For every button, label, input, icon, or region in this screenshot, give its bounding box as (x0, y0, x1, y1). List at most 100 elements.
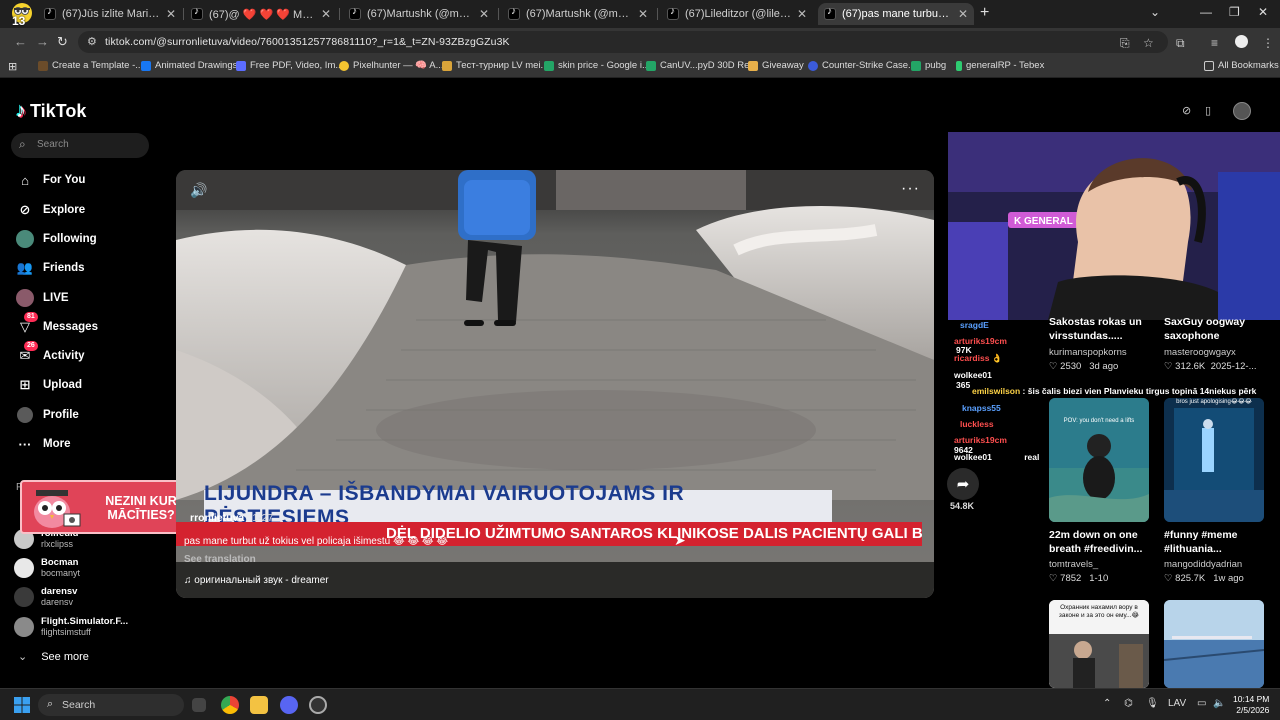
tiktok-logo[interactable]: ♪ TikTok (16, 100, 86, 123)
volume-icon[interactable]: 🔈 (1213, 698, 1225, 709)
bookmark-item[interactable]: Create a Template -... (38, 60, 143, 71)
following-account[interactable]: Flight.Simulator.F... flightsimstuff (14, 614, 128, 640)
device-icon[interactable]: ▯ (1205, 104, 1211, 117)
obs-icon[interactable] (309, 696, 327, 714)
forward-icon[interactable]: → (36, 34, 49, 49)
nav-explore[interactable]: ⊘ Explore (16, 200, 86, 220)
bookmark-item[interactable]: generalRP - Tebex (956, 60, 1044, 71)
nav-friends[interactable]: 👥 Friends (16, 258, 85, 278)
network-icon[interactable]: ⌬ (1124, 698, 1133, 709)
share-button[interactable]: ➦ (947, 468, 979, 500)
keyboard-language[interactable]: LAV (1168, 698, 1186, 709)
nav-more[interactable]: ··· More (16, 434, 71, 454)
browser-tab[interactable]: (67)Martushk (@martushk)'s vid✕ (502, 3, 654, 25)
file-explorer-icon[interactable] (250, 696, 268, 714)
user-avatar[interactable] (1233, 102, 1251, 120)
media-controls-icon[interactable]: ≡ (1211, 36, 1218, 50)
close-tab-icon[interactable]: ✕ (166, 7, 176, 21)
account-avatar-icon[interactable] (1235, 35, 1248, 48)
recommendation-title[interactable]: 22m down on one breath #freedivin... (1049, 528, 1159, 556)
recommendation-title[interactable]: Sakostas rokas un virsstundas..... (1049, 315, 1159, 343)
recommendation-title[interactable]: #funny #meme #lithuania... (1164, 528, 1274, 556)
nav-messages[interactable]: ▽ 81 Messages (16, 312, 98, 337)
following-account[interactable]: darensv darensv (14, 584, 77, 610)
tray-overflow-icon[interactable]: ⌃ (1103, 698, 1111, 709)
volume-icon[interactable]: 🔊 (190, 182, 207, 199)
windows-start-icon[interactable] (14, 697, 30, 713)
video-thumbnail[interactable] (1164, 600, 1264, 688)
nav-live[interactable]: LIVE (16, 288, 69, 308)
install-app-icon[interactable]: ⎘ (1120, 36, 1130, 51)
stream-chat: sragdE arturiks19cm 97K ricardiss 👌 wolk… (940, 320, 1256, 470)
taskbar-search[interactable]: ⌕ Search (38, 694, 184, 716)
browser-menu-icon[interactable]: ⋮ (1262, 36, 1274, 50)
mouse-cursor-icon: ➤ (674, 532, 686, 548)
close-tab-icon[interactable]: ✕ (638, 7, 648, 21)
nav-following[interactable]: Following (16, 229, 97, 249)
bookmark-star-icon[interactable]: ☆ (1143, 36, 1154, 50)
see-translation-link[interactable]: See translation (184, 554, 256, 565)
more-options-icon[interactable]: ··· (901, 180, 920, 198)
browser-tab[interactable]: (67)@ ❤️ ❤️ ❤️ Milošā sirds ❤️ ❤️✕ (185, 3, 337, 25)
close-window-button[interactable]: ✕ (1258, 5, 1268, 19)
microphone-icon[interactable]: 🎙 (1146, 698, 1159, 709)
profile-avatar[interactable]: 13 (4, 2, 34, 28)
bookmark-item[interactable]: pubg (911, 60, 946, 71)
nav-for-you[interactable]: ⌂ For You (16, 170, 85, 190)
close-tab-icon[interactable]: ✕ (479, 7, 489, 21)
browser-tab[interactable]: (67)Martushk (@martushk)'s vid✕ (343, 3, 495, 25)
task-view-icon[interactable] (192, 698, 206, 712)
bookmark-item[interactable]: Giveaway (748, 60, 804, 71)
browser-tab-strip: 13 (67)Jūs izlite Marija Larssone (@✕ (6… (0, 0, 1280, 28)
avatar (14, 617, 34, 637)
browser-tab-active[interactable]: (67)pas mane turbut už tokius✕ (818, 3, 974, 25)
extensions-icon[interactable]: ⧉ (1176, 36, 1185, 51)
all-bookmarks-button[interactable]: All Bookmarks (1204, 60, 1279, 71)
reload-icon[interactable]: ↻ (57, 34, 68, 50)
coins-icon[interactable]: ⊘ (1182, 104, 1191, 117)
close-tab-icon[interactable]: ✕ (797, 7, 807, 21)
url-text[interactable]: tiktok.com/@surronlietuva/video/76001351… (105, 36, 510, 48)
address-bar[interactable]: ⚙ tiktok.com/@surronlietuva/video/760013… (78, 31, 1168, 53)
close-tab-icon[interactable]: ✕ (321, 7, 331, 21)
video-author[interactable]: rronlietuva 1-27 (190, 512, 273, 524)
recommendation-title[interactable]: SaxGuy oogway saxophone (1164, 315, 1274, 343)
bookmark-item[interactable]: Animated Drawings (141, 60, 237, 71)
recommendation-author[interactable]: masteroogwgayx (1164, 347, 1236, 358)
system-clock[interactable]: 10:14 PM 2/5/2026 (1233, 694, 1269, 716)
bookmark-item[interactable]: skin price - Google i... (544, 60, 650, 71)
bookmark-item[interactable]: Pixelhunter — 🧠 A... (339, 60, 444, 71)
back-icon[interactable]: ← (14, 34, 27, 49)
maximize-button[interactable]: ❐ (1229, 5, 1240, 19)
video-player[interactable]: 🔊 ··· LIJUNDRA – IŠBANDYMAI VAIRUOTOJAMS… (176, 170, 934, 598)
bookmark-item[interactable]: Free PDF, Video, Im... (236, 60, 343, 71)
apps-grid-icon[interactable]: ⊞ (8, 60, 17, 73)
discord-icon[interactable] (280, 696, 298, 714)
following-account[interactable]: Bocman bocmanyt (14, 555, 80, 581)
close-tab-icon[interactable]: ✕ (958, 7, 968, 21)
recommendation-author[interactable]: tomtravels_ (1049, 559, 1098, 570)
nav-upload[interactable]: ⊞ Upload (16, 375, 82, 395)
bookmark-item[interactable]: Тест-турнир LV mei... (442, 60, 548, 71)
new-tab-button[interactable]: + (980, 4, 989, 22)
tab-search-icon[interactable]: ⌄ (1150, 5, 1160, 19)
nav-profile[interactable]: Profile (16, 405, 79, 425)
recommendation-author[interactable]: kurimanspopkorns (1049, 347, 1127, 358)
bookmark-item[interactable]: CanUV...pyD 30D Re... (646, 60, 757, 71)
video-sound[interactable]: ♫ оригинальный звук - dreamer (184, 575, 329, 586)
nav-activity[interactable]: ✉ 26 Activity (16, 341, 85, 366)
search-input[interactable]: ⌕ Search (11, 133, 149, 158)
display-icon[interactable]: ▭ (1197, 698, 1206, 709)
minimize-button[interactable]: — (1200, 5, 1212, 19)
recommendation-author[interactable]: mangodiddyadrian (1164, 559, 1242, 570)
see-more-button[interactable]: ⌄ See more (18, 650, 89, 664)
browser-tab[interactable]: (67)Jūs izlite Marija Larssone (@✕ (38, 3, 182, 25)
site-info-icon[interactable]: ⚙ (87, 35, 97, 48)
messages-icon: ▽ 81 (16, 312, 38, 336)
video-thumbnail[interactable]: bros just apologising😂😂😂 (1164, 398, 1264, 522)
video-thumbnail[interactable]: Охранник нахамил вору в законе и за это … (1049, 600, 1149, 688)
video-thumbnail[interactable]: POV: you don't need a lifts (1049, 398, 1149, 522)
browser-tab[interactable]: (67)Lileditzor (@lileditzor)'s vid✕ (661, 3, 813, 25)
chrome-icon[interactable] (221, 696, 239, 714)
bookmark-item[interactable]: Counter-Strike Case... (808, 60, 916, 71)
